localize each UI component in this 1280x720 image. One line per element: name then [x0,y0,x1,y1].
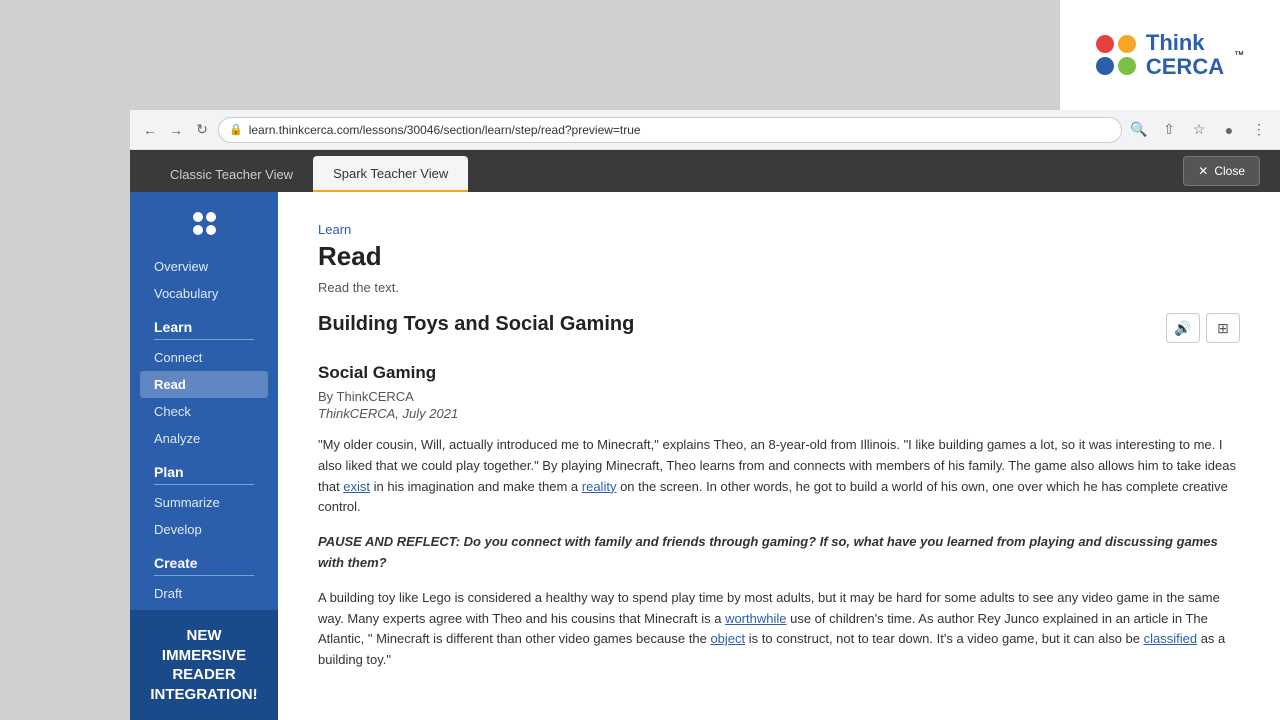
dot-green [1118,57,1136,75]
share-icon[interactable]: ⇧ [1158,119,1180,141]
main-content: Learn Read Read the text. Building Toys … [278,192,1280,720]
sidebar-item-draft[interactable]: Draft [140,580,268,607]
link-worthwhile[interactable]: worthwhile [725,611,786,626]
dot-orange [1118,35,1136,53]
address-bar[interactable]: 🔒 learn.thinkcerca.com/lessons/30046/sec… [218,117,1122,143]
thinkcerca-logo: Think CERCA ™ [1096,31,1244,79]
sidebar-promo: NEW IMMERSIVE READER INTEGRATION! [130,610,278,720]
tab-bar-left: Classic Teacher View Spark Teacher View [150,156,468,192]
sidebar-item-develop[interactable]: Develop [140,516,268,543]
paragraph-1: "My older cousin, Will, actually introdu… [318,435,1240,518]
logo-bar: Think CERCA ™ [1060,0,1280,110]
trademark-symbol: ™ [1234,50,1244,61]
sidebar-item-read[interactable]: Read [140,371,268,398]
create-divider [154,575,254,576]
sidebar-item-summarize[interactable]: Summarize [140,489,268,516]
sidebar-item-vocabulary[interactable]: Vocabulary [140,280,268,307]
sidebar-item-analyze[interactable]: Analyze [140,425,268,452]
sidebar-logo-dots [193,212,216,235]
sidebar-section-learn: Learn [140,307,268,339]
sidebar-dot-3 [193,225,203,235]
dot-blue [1096,57,1114,75]
sidebar-item-check[interactable]: Check [140,398,268,425]
bookmark-icon[interactable]: ☆ [1188,119,1210,141]
pause-reflect-text: PAUSE AND REFLECT: Do you connect with f… [318,534,1218,570]
paragraph-3: A building toy like Lego is considered a… [318,588,1240,671]
sidebar-dot-2 [206,212,216,222]
back-button[interactable]: ← [140,120,160,140]
sidebar-dot-1 [193,212,203,222]
article-tools: 🔊 ⊞ [1166,313,1240,343]
article-title: Building Toys and Social Gaming [318,313,634,336]
byline: By ThinkCERCA [318,389,1240,404]
browser-actions: 🔍 ⇧ ☆ ● ⋮ [1128,119,1270,141]
forward-button[interactable]: → [166,120,186,140]
extension-icon[interactable]: ● [1218,119,1240,141]
learn-divider [154,339,254,340]
audio-button[interactable]: 🔊 [1166,313,1200,343]
link-exist[interactable]: exist [343,479,370,494]
logo-text: Think CERCA [1146,31,1224,79]
tab-classic[interactable]: Classic Teacher View [150,156,313,192]
sidebar-nav: Overview Vocabulary Learn Connect Read C… [130,253,278,634]
app-window: Classic Teacher View Spark Teacher View … [130,150,1280,720]
reload-button[interactable]: ↻ [192,120,212,140]
url-text: learn.thinkcerca.com/lessons/30046/secti… [249,123,641,137]
article-section-title: Social Gaming [318,363,1240,383]
plan-divider [154,484,254,485]
search-icon[interactable]: 🔍 [1128,119,1150,141]
paragraph-2-pause-reflect: PAUSE AND REFLECT: Do you connect with f… [318,532,1240,574]
tab-spark[interactable]: Spark Teacher View [313,156,468,192]
sidebar-dot-4 [206,225,216,235]
lock-icon: 🔒 [229,123,243,136]
date-line: ThinkCERCA, July 2021 [318,406,1240,421]
link-classified[interactable]: classified [1144,631,1197,646]
tab-bar: Classic Teacher View Spark Teacher View … [130,150,1280,192]
close-button[interactable]: ✕ Close [1183,156,1260,186]
section-label: Learn [318,222,1240,237]
sidebar-section-plan: Plan [140,452,268,484]
instruction-text: Read the text. [318,280,1240,295]
settings-icon[interactable]: ⋮ [1248,119,1270,141]
sidebar-section-create: Create [140,543,268,575]
sidebar: Overview Vocabulary Learn Connect Read C… [130,192,278,720]
content-area: Overview Vocabulary Learn Connect Read C… [130,192,1280,720]
article-header: Building Toys and Social Gaming 🔊 ⊞ [318,313,1240,343]
logo-dots [1096,35,1136,75]
browser-chrome: ← → ↻ 🔒 learn.thinkcerca.com/lessons/300… [130,110,1280,150]
link-reality[interactable]: reality [582,479,617,494]
close-label: Close [1214,164,1245,178]
display-button[interactable]: ⊞ [1206,313,1240,343]
close-x-icon: ✕ [1198,164,1208,178]
page-title: Read [318,241,1240,272]
sidebar-logo [193,212,216,235]
sidebar-item-connect[interactable]: Connect [140,344,268,371]
sidebar-item-overview[interactable]: Overview [140,253,268,280]
article-body: Social Gaming By ThinkCERCA ThinkCERCA, … [318,363,1240,671]
dot-red [1096,35,1114,53]
link-object[interactable]: object [710,631,745,646]
